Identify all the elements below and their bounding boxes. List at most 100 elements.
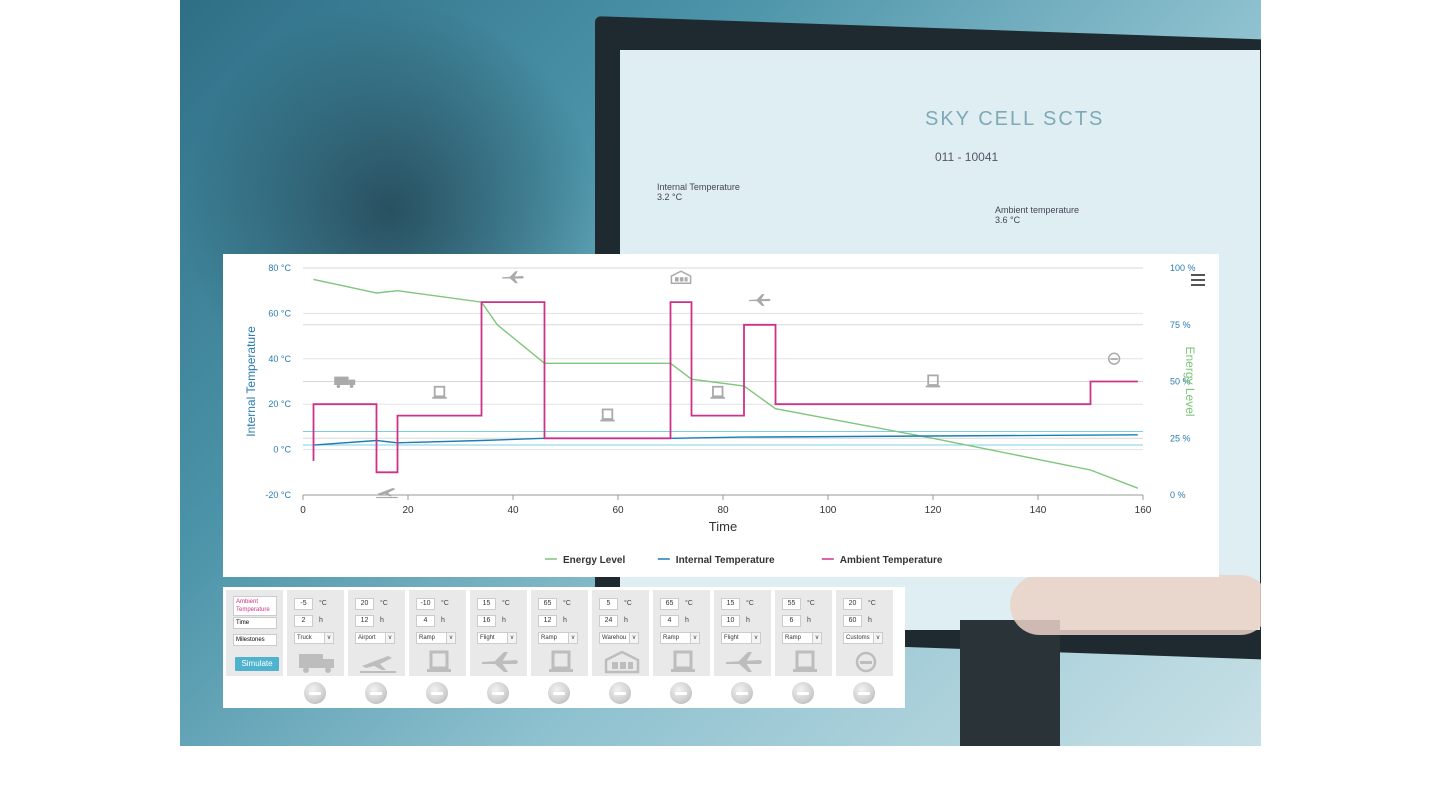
controls-label-panel: Ambient Temperature Time Milestones Simu… xyxy=(226,590,283,676)
series-line-energy-level xyxy=(313,278,1139,489)
step-panel: 20 °C 60 h Customs v xyxy=(836,590,893,676)
x-tick-label: 40 xyxy=(507,505,519,516)
temp-unit-label: °C xyxy=(807,600,815,607)
ramp-icon xyxy=(427,650,451,672)
step-milestone-select[interactable]: Ramp v xyxy=(660,631,700,644)
y-right-tick-label: 75 % xyxy=(1170,320,1191,330)
remove-step-button[interactable] xyxy=(487,682,509,704)
y-left-axis-title: Internal Temperature xyxy=(244,326,258,437)
step-milestone-select[interactable]: Ramp v xyxy=(782,631,822,644)
temp-unit-label: °C xyxy=(380,600,388,607)
legend-label: Ambient Temperature xyxy=(840,555,943,566)
step-milestone-select[interactable]: Flight v xyxy=(477,631,517,644)
step-temp-input[interactable]: 15 xyxy=(477,597,496,610)
step-panel: 15 °C 16 h Flight v xyxy=(470,590,527,676)
step-panel: 5 °C 24 h Warehou v xyxy=(592,590,649,676)
x-tick-label: 100 xyxy=(820,505,837,516)
step-temp-input[interactable]: -5 xyxy=(294,597,313,610)
background-hand xyxy=(1010,575,1261,635)
chevron-down-icon: v xyxy=(385,632,394,643)
remove-step-button[interactable] xyxy=(304,682,326,704)
x-tick-label: 140 xyxy=(1030,505,1047,516)
time-unit-label: h xyxy=(380,617,384,624)
temp-unit-label: °C xyxy=(563,600,571,607)
remove-step-button[interactable] xyxy=(426,682,448,704)
temp-unit-label: °C xyxy=(624,600,632,607)
remove-step-button[interactable] xyxy=(365,682,387,704)
background-internal-value: 3.2 °C xyxy=(657,192,683,202)
step-milestone-select[interactable]: Ramp v xyxy=(538,631,578,644)
x-tick-label: 0 xyxy=(300,505,306,516)
y-left-tick-label: -20 °C xyxy=(265,490,291,500)
remove-step-button[interactable] xyxy=(731,682,753,704)
step-milestone-value: Ramp xyxy=(419,634,436,641)
step-time-input[interactable]: 24 xyxy=(599,614,618,627)
y-right-tick-label: 100 % xyxy=(1170,263,1196,273)
step-panel: 20 °C 12 h Airport v xyxy=(348,590,405,676)
remove-step-button[interactable] xyxy=(670,682,692,704)
customs-icon xyxy=(855,651,877,673)
chevron-down-icon: v xyxy=(751,632,760,643)
background-ambient-temp: Ambient temperature 3.6 °C xyxy=(995,205,1079,225)
step-panel: 65 °C 4 h Ramp v xyxy=(653,590,710,676)
time-unit-label: h xyxy=(685,617,689,624)
series-line-internal-temperature xyxy=(313,434,1138,446)
step-milestone-select[interactable]: Airport v xyxy=(355,631,395,644)
step-milestone-value: Customs xyxy=(846,634,870,641)
time-unit-label: h xyxy=(441,617,445,624)
step-time-input[interactable]: 6 xyxy=(782,614,801,627)
step-time-input[interactable]: 60 xyxy=(843,614,862,627)
step-time-input[interactable]: 12 xyxy=(355,614,374,627)
step-milestone-value: Ramp xyxy=(785,634,802,641)
remove-step-button[interactable] xyxy=(853,682,875,704)
remove-step-button[interactable] xyxy=(609,682,631,704)
temp-unit-label: °C xyxy=(319,600,327,607)
remove-step-button[interactable] xyxy=(792,682,814,704)
step-milestone-select[interactable]: Warehou v xyxy=(599,631,639,644)
temp-unit-label: °C xyxy=(441,600,449,607)
step-temp-input[interactable]: -10 xyxy=(416,597,435,610)
step-panel: 15 °C 10 h Flight v xyxy=(714,590,771,676)
remove-step-button[interactable] xyxy=(548,682,570,704)
flight-icon xyxy=(482,652,518,672)
chart-card: 80 °C 60 °C 40 °C 20 °C 0 °C -20 °C 100 % 75 % 5… xyxy=(223,254,1219,577)
step-milestone-value: Flight xyxy=(480,634,495,641)
simulate-button[interactable]: Simulate xyxy=(235,657,279,671)
y-left-tick-label: 0 °C xyxy=(273,445,291,455)
step-time-input[interactable]: 4 xyxy=(660,614,679,627)
step-temp-input[interactable]: 15 xyxy=(721,597,740,610)
step-temp-input[interactable]: 55 xyxy=(782,597,801,610)
step-temp-input[interactable]: 20 xyxy=(843,597,862,610)
airport-icon xyxy=(376,487,398,499)
step-milestone-select[interactable]: Truck v xyxy=(294,631,334,644)
step-milestone-value: Warehou xyxy=(602,634,627,641)
step-temp-input[interactable]: 5 xyxy=(599,597,618,610)
step-temp-input[interactable]: 65 xyxy=(660,597,679,610)
step-time-input[interactable]: 10 xyxy=(721,614,740,627)
step-temp-input[interactable]: 20 xyxy=(355,597,374,610)
chart-menu-icon[interactable] xyxy=(1191,274,1205,286)
step-time-input[interactable]: 2 xyxy=(294,614,313,627)
step-time-input[interactable]: 12 xyxy=(538,614,557,627)
time-label: Time xyxy=(233,617,277,629)
background-internal-temp: Internal Temperature 3.2 °C xyxy=(657,182,740,202)
background-device-id: 011 - 10041 xyxy=(935,150,999,164)
chevron-down-icon: v xyxy=(507,632,516,643)
step-milestone-value: Flight xyxy=(724,634,739,641)
chevron-down-icon: v xyxy=(812,632,821,643)
flight-icon xyxy=(726,652,762,672)
step-time-input[interactable]: 4 xyxy=(416,614,435,627)
step-time-input[interactable]: 16 xyxy=(477,614,496,627)
truck-icon xyxy=(334,376,356,388)
background-logo: SKY CELL SCTS xyxy=(925,108,1105,130)
ramp-icon xyxy=(432,385,447,399)
step-temp-input[interactable]: 65 xyxy=(538,597,557,610)
step-milestone-select[interactable]: Flight v xyxy=(721,631,761,644)
step-milestone-select[interactable]: Customs v xyxy=(843,631,883,644)
background-ambient-label: Ambient temperature xyxy=(995,205,1080,215)
x-axis-title: Time xyxy=(709,519,737,534)
y-left-tick-label: 20 °C xyxy=(268,399,291,409)
y-right-tick-label: 25 % xyxy=(1170,433,1191,443)
y-right-axis-title: Energy Level xyxy=(1183,346,1197,416)
step-milestone-select[interactable]: Ramp v xyxy=(416,631,456,644)
